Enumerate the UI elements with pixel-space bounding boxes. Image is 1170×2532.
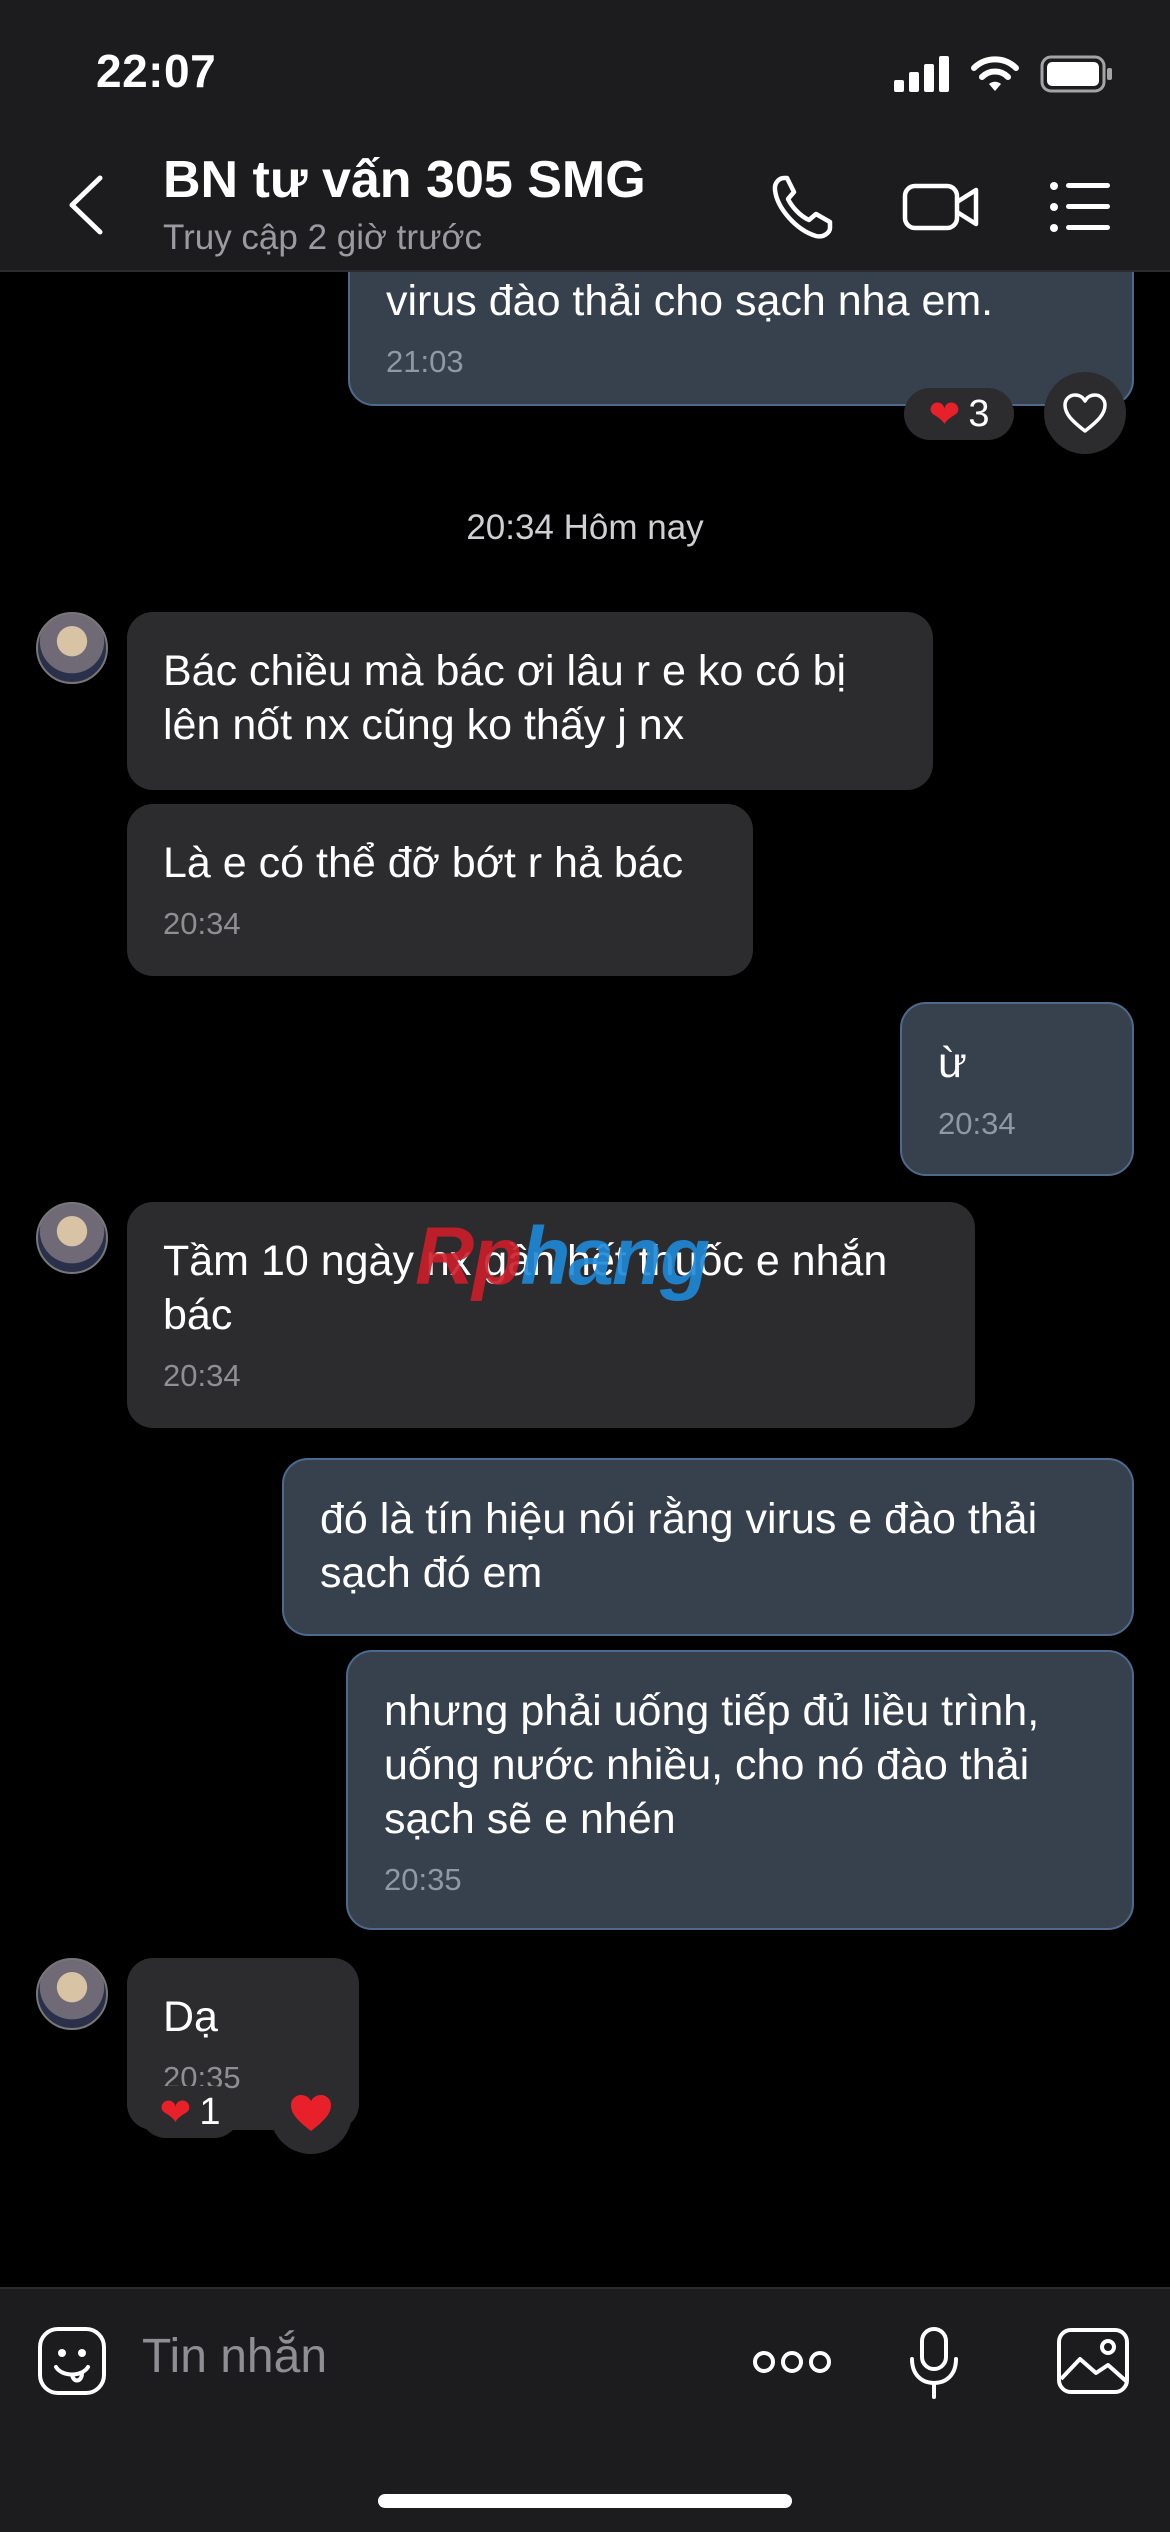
message-time: 20:34 [938,1106,1016,1141]
status-icons [894,52,1114,96]
message-bubble-outgoing[interactable]: đó là tín hiệu nói rằng virus e đào thải… [282,1458,1134,1636]
more-options-icon[interactable] [752,2347,832,2377]
contact-avatar[interactable] [36,1202,108,1274]
heart-filled-icon [291,2095,331,2131]
heart-reaction-icon: ❤ [159,2091,192,2134]
phone-call-icon[interactable] [770,172,836,242]
reaction-summary[interactable]: ❤ 1 [140,2086,240,2138]
contact-avatar[interactable] [36,1958,108,2030]
message-text: Là e có thể đỡ bớt r hả bác [163,839,684,887]
back-chevron-icon[interactable] [58,170,118,240]
battery-icon [1040,55,1112,93]
photo-gallery-icon[interactable] [1056,2327,1130,2395]
home-indicator [378,2494,792,2508]
menu-list-icon[interactable] [1048,172,1112,242]
message-bubble-incoming[interactable]: Là e có thể đỡ bớt r hả bác 20:34 [127,804,753,976]
message-bubble-incoming[interactable]: Bác chiều mà bác ơi lâu r e ko có bị lên… [127,612,933,790]
message-time: 20:34 [163,906,241,941]
watermark-logo: Rphang [415,1211,710,1302]
date-separator: 20:34 Hôm nay [466,508,704,547]
message-text: Dạ [163,1993,218,2041]
message-input[interactable]: Tin nhắn [142,2329,327,2384]
message-text: virus đào thải cho sạch nha em. [386,277,994,325]
wifi-icon [971,56,1019,91]
message-text: ừ [938,1039,967,1087]
message-bubble-outgoing[interactable]: virus đào thải cho sạch nha em. 21:03 [348,272,1134,406]
message-time: 21:03 [386,344,464,379]
status-time: 22:07 [96,45,217,97]
message-text: Bác chiều mà bác ơi lâu r e ko có bị lên… [163,647,847,749]
heart-reaction-icon: ❤ [928,393,961,436]
chat-header: 22:07 BN tư vấn 305 SMG Truy cập 2 giờ t… [0,0,1170,272]
contact-avatar[interactable] [36,612,108,684]
message-text: nhưng phải uống tiếp đủ liều trình, uống… [384,1687,1040,1843]
heart-outline-icon [1063,393,1107,433]
react-heart-button[interactable] [1044,372,1126,454]
message-composer: Tin nhắn [0,2287,1170,2532]
message-bubble-outgoing[interactable]: nhưng phải uống tiếp đủ liều trình, uống… [346,1650,1134,1930]
sticker-emoji-icon[interactable] [36,2325,108,2397]
video-call-icon[interactable] [902,172,980,242]
last-seen-status: Truy cập 2 giờ trước [163,218,482,257]
microphone-icon[interactable] [906,2325,962,2401]
message-time: 20:34 [163,1358,241,1393]
signal-icon [894,56,949,92]
message-text: đó là tín hiệu nói rằng virus e đào thải… [320,1495,1038,1597]
message-bubble-outgoing[interactable]: ừ 20:34 [900,1002,1134,1176]
reaction-count: 1 [199,2090,221,2133]
reaction-count: 3 [968,392,990,435]
reaction-summary[interactable]: ❤ 3 [904,388,1014,440]
react-heart-button[interactable] [270,2072,352,2154]
chat-title[interactable]: BN tư vấn 305 SMG [163,150,646,210]
message-time: 20:35 [384,1862,462,1897]
